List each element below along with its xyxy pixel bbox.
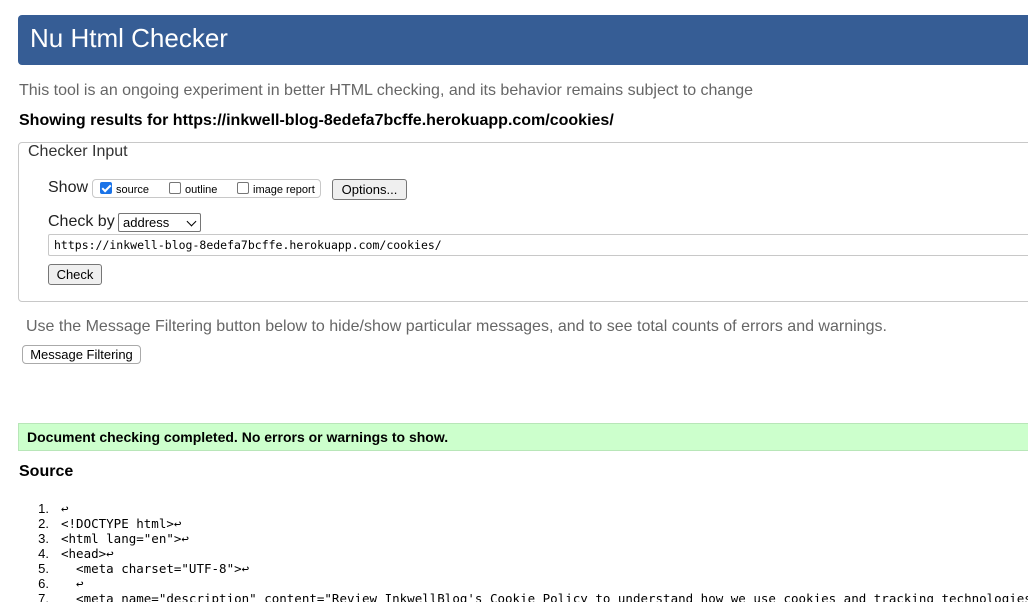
check-by-value: address xyxy=(123,215,170,230)
line-code: <!DOCTYPE html>↩ xyxy=(61,516,182,531)
source-line: 7. <meta name="description" content="Rev… xyxy=(0,591,1028,602)
image-report-checkbox-label[interactable]: image report xyxy=(253,184,315,196)
source-line: 6. ↩ xyxy=(0,576,1028,591)
page: Nu Html Checker This tool is an ongoing … xyxy=(0,0,1028,602)
outline-checkbox[interactable] xyxy=(169,182,181,194)
line-code: <meta name="description" content="Review… xyxy=(61,591,1028,602)
tagline: This tool is an ongoing experiment in be… xyxy=(19,82,754,99)
check-by-label: Check by xyxy=(48,213,115,230)
options-button[interactable]: Options... xyxy=(332,179,407,200)
image-report-checkbox[interactable] xyxy=(237,182,249,194)
line-number: 6. xyxy=(38,576,49,591)
show-options-group: source outline image report xyxy=(92,179,321,198)
showing-results-heading: Showing results for https://inkwell-blog… xyxy=(19,112,614,129)
message-filtering-button[interactable]: Message Filtering xyxy=(22,345,141,364)
source-checkbox-label[interactable]: source xyxy=(116,184,149,196)
source-line: 5. <meta charset="UTF-8">↩ xyxy=(0,561,1028,576)
line-number: 4. xyxy=(38,546,49,561)
source-line: 3. <html lang="en">↩ xyxy=(0,531,1028,546)
app-title: Nu Html Checker xyxy=(30,23,228,53)
line-code: <head>↩ xyxy=(61,546,114,561)
line-number: 3. xyxy=(38,531,49,546)
line-number: 2. xyxy=(38,516,49,531)
source-listing: 1. ↩ 2. <!DOCTYPE html>↩ 3. <html lang="en"… xyxy=(0,501,1028,602)
line-code: ↩ xyxy=(61,501,69,516)
chevron-down-icon xyxy=(186,216,197,227)
result-message: Document checking completed. No errors o… xyxy=(27,429,449,445)
outline-checkbox-label[interactable]: outline xyxy=(185,184,217,196)
line-number: 7. xyxy=(38,591,49,602)
line-code: <meta charset="UTF-8">↩ xyxy=(61,561,250,576)
title-bar: Nu Html Checker xyxy=(18,15,1028,65)
check-button[interactable]: Check xyxy=(48,264,102,285)
line-code: <html lang="en">↩ xyxy=(61,531,189,546)
line-code: ↩ xyxy=(61,576,84,591)
message-filtering-hint: Use the Message Filtering button below t… xyxy=(26,318,887,335)
check-by-select[interactable]: address xyxy=(118,213,201,232)
source-line: 1. ↩ xyxy=(0,501,1028,516)
checker-input-legend: Checker Input xyxy=(26,143,130,161)
source-heading: Source xyxy=(19,463,74,480)
source-line: 4. <head>↩ xyxy=(0,546,1028,561)
show-label: Show xyxy=(48,179,89,196)
source-checkbox[interactable] xyxy=(100,182,112,194)
result-message-bar: Document checking completed. No errors o… xyxy=(18,423,1028,451)
line-number: 1. xyxy=(38,501,49,516)
line-number: 5. xyxy=(38,561,49,576)
source-line: 2. <!DOCTYPE html>↩ xyxy=(0,516,1028,531)
url-input[interactable]: https://inkwell-blog-8edefa7bcffe.heroku… xyxy=(48,234,1028,256)
